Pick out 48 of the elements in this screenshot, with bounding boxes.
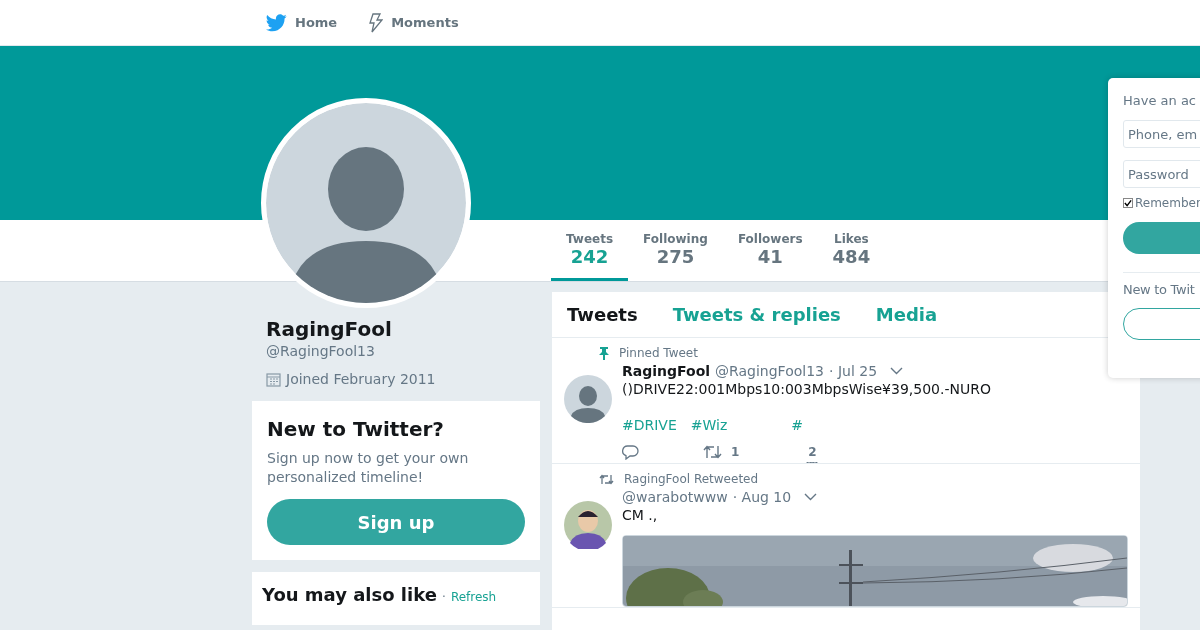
tweet-context: RagingFool Retweeted [624, 472, 759, 486]
hashtag-link[interactable]: # [791, 417, 804, 433]
separator-dot: · [442, 590, 446, 604]
timeline-tab[interactable]: Tweets [567, 304, 638, 337]
timeline-tab[interactable]: Tweets & replies [672, 304, 841, 337]
stat-tab[interactable]: Following 275 [628, 220, 723, 281]
author-handle[interactable]: @warabotwww [622, 489, 728, 505]
retweet-count: 1 [731, 445, 740, 459]
stat-tab[interactable]: Followers 41 [722, 220, 818, 281]
chevron-icon[interactable] [804, 493, 818, 501]
retweet-icon [599, 473, 614, 485]
chevron-icon[interactable] [890, 367, 904, 375]
tweet-context: Pinned Tweet [619, 346, 698, 360]
nav-link[interactable]: Home [266, 13, 338, 32]
card-text: Sign up now to get your own personalized timeline! [267, 449, 470, 487]
remember-checkbox[interactable] [1123, 198, 1133, 208]
tweet-text: ()DRIVE22:001Mbps10:003MbpsWise¥39,500.-NURO [622, 381, 992, 397]
author-handle[interactable]: @RagingFool13 [715, 363, 824, 379]
tweet-text: CM ., [622, 507, 659, 523]
tweet-date[interactable]: · Aug 10 [732, 489, 792, 505]
retweet-icon[interactable] [703, 445, 722, 459]
password-field[interactable]: Password [1123, 160, 1200, 188]
reply-icon[interactable] [622, 445, 639, 460]
login-title: Have an ac [1123, 93, 1198, 108]
like-count: 2 [808, 445, 817, 459]
remember-label: Remember [1135, 196, 1200, 210]
joined-date: Joined February 2011 [286, 371, 436, 387]
profile-handle: @RagingFool13 [265, 343, 376, 359]
card-title: New to Twitter? [267, 417, 445, 441]
pin-icon [599, 346, 609, 360]
phone-field[interactable]: Phone, em [1123, 120, 1200, 148]
author-name[interactable]: RagingFool [622, 363, 711, 379]
signup-prompt: New to Twit [1123, 282, 1196, 297]
card-title: You may also like [262, 584, 437, 605]
calendar-icon [266, 371, 281, 387]
timeline-tab[interactable]: Media [875, 304, 938, 337]
stat-tab[interactable]: Tweets 242 [551, 220, 629, 281]
stat-tab[interactable]: Likes 484 [817, 220, 886, 281]
tweet-date[interactable]: · Jul 25 [829, 363, 878, 379]
signup-button[interactable]: Sign up [267, 499, 525, 545]
profile-name: RagingFool [265, 317, 393, 341]
hashtag-link[interactable]: #DRIVE [622, 417, 677, 433]
hashtag-link[interactable]: #Wiz [690, 417, 728, 433]
lightning-icon [369, 12, 384, 33]
avatar[interactable] [564, 501, 612, 549]
bird-icon [266, 13, 287, 32]
nav-link[interactable]: Moments [369, 12, 459, 33]
refresh-link[interactable]: Refresh [450, 590, 497, 604]
